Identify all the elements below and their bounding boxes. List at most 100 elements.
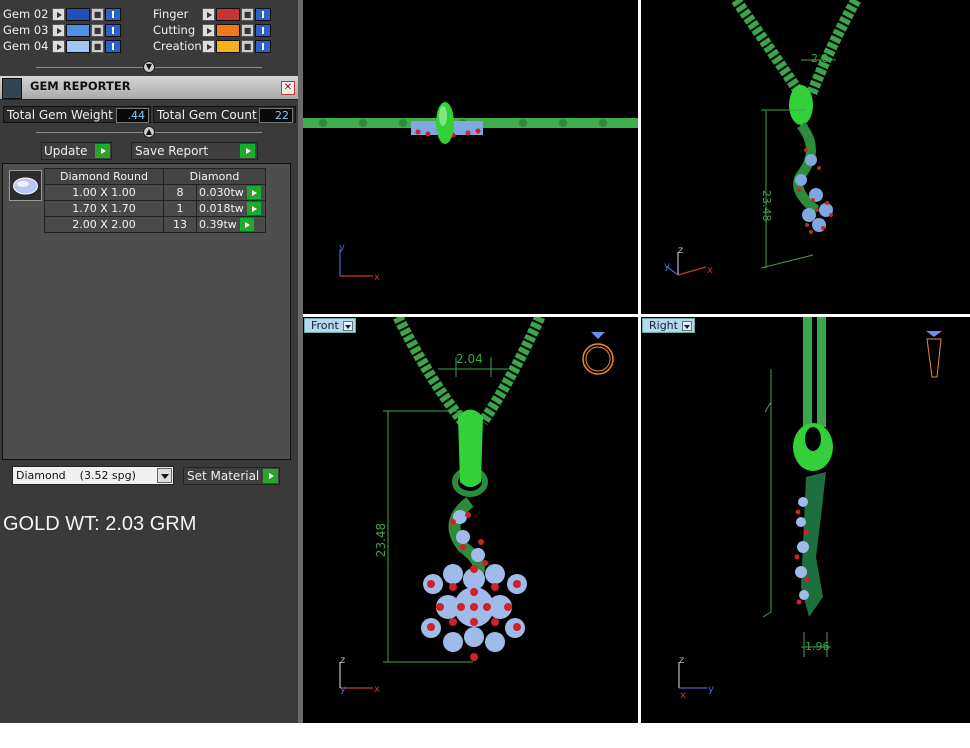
visibility-toggle[interactable] xyxy=(255,23,271,37)
gem-reporter-header: GEM REPORTER ✕ xyxy=(0,76,298,100)
layer-expand-button[interactable] xyxy=(52,23,65,37)
gem-weight: 0.39tw xyxy=(199,217,237,231)
chevron-down-icon[interactable] xyxy=(157,468,172,483)
material-select-value: Diamond (3.52 spg) xyxy=(16,469,136,482)
layer-name: Finger xyxy=(153,7,189,21)
layer-color-swatch[interactable] xyxy=(66,39,90,53)
gem-count: 13 xyxy=(163,216,197,233)
gem-weight: 0.018tw xyxy=(199,201,244,215)
gem-reporter-icon xyxy=(2,78,22,99)
left-panel: Gem 02 ■ Gem 03 ■ Gem 04 ■ Finger ■ Cutt… xyxy=(0,0,300,723)
close-icon[interactable]: ✕ xyxy=(281,81,295,95)
gem-table: Diamond Round Diamond 1.00 X 1.00 8 0.03… xyxy=(44,168,266,233)
visibility-toggle[interactable] xyxy=(105,7,121,21)
play-icon xyxy=(263,469,278,483)
lock-icon[interactable]: ■ xyxy=(91,39,104,53)
viewport-tab-label: Right xyxy=(649,319,678,332)
lock-icon[interactable]: ■ xyxy=(241,7,254,21)
axis-z-label: z xyxy=(679,655,684,666)
chevron-down-icon[interactable] xyxy=(681,321,692,331)
viewport-perspective[interactable]: 23.48 2.0 x z y xyxy=(641,0,970,314)
right-view-canvas: 1.96 y z x xyxy=(678,317,942,701)
layer-name: Creation xyxy=(153,39,202,53)
lock-icon[interactable]: ■ xyxy=(91,23,104,37)
layer-color-swatch[interactable] xyxy=(216,7,240,21)
layer-expand-button[interactable] xyxy=(52,7,65,21)
top-view-canvas: x y xyxy=(303,102,638,283)
lock-icon[interactable]: ■ xyxy=(241,23,254,37)
axis-x-label: x xyxy=(374,272,380,283)
set-material-button[interactable]: Set Material xyxy=(183,467,280,485)
lock-icon[interactable]: ■ xyxy=(91,7,104,21)
layer-row-cutting[interactable]: Cutting ■ xyxy=(150,22,271,38)
material-select[interactable]: Diamond (3.52 spg) xyxy=(12,466,174,485)
layer-expand-button[interactable] xyxy=(202,39,215,53)
axis-x-label: x xyxy=(707,265,713,276)
total-count-label: Total Gem Count xyxy=(157,108,257,122)
visibility-toggle[interactable] xyxy=(255,7,271,21)
layer-color-swatch[interactable] xyxy=(216,23,240,37)
axis-y-label: y xyxy=(664,261,670,272)
chevron-down-icon[interactable] xyxy=(342,321,353,331)
axis-y-label: y xyxy=(340,684,346,695)
layer-name: Cutting xyxy=(153,23,196,37)
axis-x-label: x xyxy=(680,690,686,701)
axis-z-label: z xyxy=(678,245,683,256)
viewport-front[interactable]: 23.48 2.04 x z y Front xyxy=(303,317,638,723)
visibility-toggle[interactable] xyxy=(255,39,271,53)
total-weight-value: .44 xyxy=(116,108,149,123)
dim-width-label: 1.96 xyxy=(805,640,830,653)
perspective-view-canvas: 23.48 2.0 x z y xyxy=(664,0,861,276)
gem-reporter-title: GEM REPORTER xyxy=(30,79,131,93)
dim-width-label: 2.0 xyxy=(811,52,829,65)
axis-y-label: y xyxy=(708,684,714,695)
viewport-tab-front[interactable]: Front xyxy=(304,318,356,333)
gem-size: 1.00 X 1.00 xyxy=(44,184,164,201)
axis-y-label: y xyxy=(339,242,345,253)
row-select-button[interactable] xyxy=(247,186,262,200)
row-select-button[interactable] xyxy=(247,202,262,216)
column-header-material: Diamond xyxy=(163,168,266,185)
play-icon xyxy=(240,144,255,158)
layer-row-creation[interactable]: Creation ■ xyxy=(150,38,271,54)
viewport-right[interactable]: 1.96 y z x Right xyxy=(641,317,970,723)
visibility-toggle[interactable] xyxy=(105,39,121,53)
axis-z-label: z xyxy=(340,655,345,666)
column-header-shape: Diamond Round xyxy=(44,168,164,185)
layer-name: Gem 03 xyxy=(3,23,49,37)
front-view-canvas: 23.48 2.04 x z y xyxy=(339,317,614,695)
row-select-button[interactable] xyxy=(240,218,255,232)
viewport-top[interactable]: x y xyxy=(303,0,638,314)
layer-row-finger[interactable]: Finger ■ xyxy=(150,6,271,22)
update-button-label: Update xyxy=(44,144,88,158)
total-weight-label: Total Gem Weight xyxy=(7,108,113,122)
layer-row-gem02[interactable]: Gem 02 ■ xyxy=(0,6,121,22)
layer-expand-button[interactable] xyxy=(52,39,65,53)
layer-name: Gem 02 xyxy=(3,7,49,21)
layer-color-swatch[interactable] xyxy=(66,7,90,21)
collapse-toggle[interactable]: ▼ xyxy=(143,61,155,73)
gem-weight: 0.030tw xyxy=(199,185,244,199)
play-icon xyxy=(95,144,110,158)
set-material-label: Set Material xyxy=(187,469,260,483)
update-button[interactable]: Update xyxy=(41,142,112,160)
table-row: 1.00 X 1.00 8 0.030tw xyxy=(44,184,266,201)
collapse-toggle[interactable]: ▲ xyxy=(143,126,155,138)
viewport-tab-label: Front xyxy=(311,319,339,332)
layer-expand-button[interactable] xyxy=(202,23,215,37)
dim-height-label: 23.48 xyxy=(374,523,388,557)
viewport-tab-right[interactable]: Right xyxy=(642,318,695,333)
lock-icon[interactable]: ■ xyxy=(241,39,254,53)
layer-row-gem03[interactable]: Gem 03 ■ xyxy=(0,22,121,38)
diamond-round-icon[interactable] xyxy=(9,170,42,201)
gem-size: 1.70 X 1.70 xyxy=(44,200,164,217)
save-report-label: Save Report xyxy=(135,144,209,158)
dim-height-label: 23.48 xyxy=(760,190,773,222)
layer-row-gem04[interactable]: Gem 04 ■ xyxy=(0,38,121,54)
visibility-toggle[interactable] xyxy=(105,23,121,37)
layer-color-swatch[interactable] xyxy=(216,39,240,53)
layer-color-swatch[interactable] xyxy=(66,23,90,37)
layer-expand-button[interactable] xyxy=(202,7,215,21)
total-count-value: 22 xyxy=(259,108,293,123)
save-report-button[interactable]: Save Report xyxy=(131,142,258,160)
